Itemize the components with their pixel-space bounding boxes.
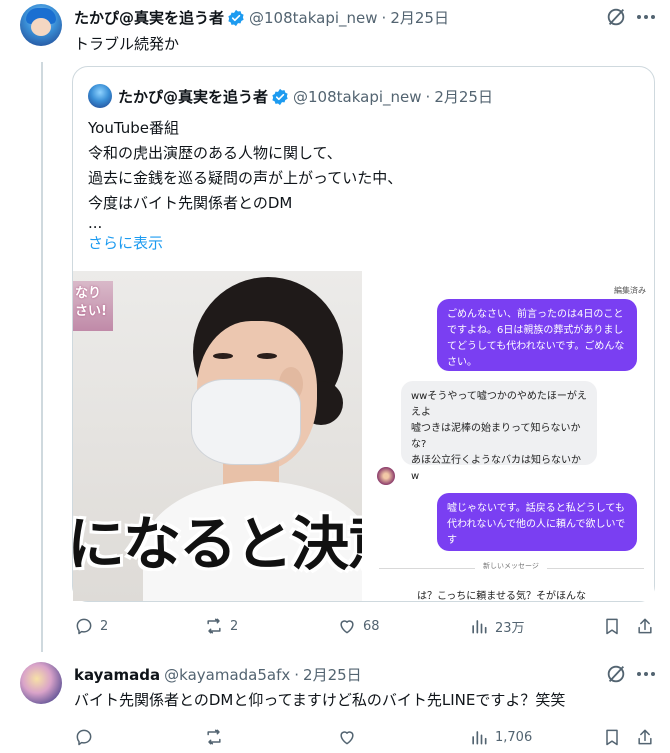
person-eye-shape [213, 353, 233, 359]
heart-icon [340, 620, 354, 634]
repost-icon [207, 729, 221, 745]
separator-dot: · [425, 87, 431, 106]
verified-badge-icon [228, 9, 244, 26]
reply-icon [76, 729, 92, 746]
person-eye-shape [257, 353, 277, 359]
author-handle[interactable]: @108takapi_new [249, 9, 378, 27]
repost-button[interactable] [204, 727, 224, 747]
quoted-author-avatar [88, 84, 112, 108]
reply-button[interactable]: 2 [74, 616, 108, 636]
media-image-left[interactable]: なり さい! になると決意 [73, 271, 362, 601]
repost-icon [207, 618, 221, 634]
reply-button[interactable] [74, 727, 94, 747]
bookmark-icon [606, 618, 618, 635]
repost-button[interactable]: 2 [204, 616, 238, 636]
reply-icon [76, 618, 92, 635]
quoted-author-handle: @108takapi_new [293, 87, 422, 106]
quoted-text-line: 今度はバイト先関係者とのDM [88, 194, 293, 212]
like-button[interactable]: 68 [337, 616, 380, 636]
quoted-tweet-text: YouTube番組 令和の虎出演歴のある人物に関して、 過去に金銭を巡る疑問の声… [88, 116, 403, 232]
share-button[interactable] [635, 727, 655, 747]
chat-bubble-outgoing: ごめんなさい、前言ったのは4日のことですよね。6日は親族の葬式がありましてどうし… [437, 299, 637, 371]
tweet-actions: 2 2 68 23万 [72, 616, 657, 640]
overlay-text: なり さい! [75, 286, 107, 319]
quoted-tweet-header: たかぴ@真実を追う者 @108takapi_new · 2月25日 [118, 86, 493, 107]
tweet-header: たかぴ@真実を追う者 @108takapi_new · 2月25日 [74, 7, 449, 28]
analytics-icon [472, 731, 487, 745]
bookmark-button[interactable] [602, 727, 622, 747]
quoted-text-line: YouTube番組 [88, 119, 179, 137]
separator-dot: · [381, 8, 387, 27]
separator-dot: · [294, 665, 300, 684]
tweet-text: トラブル続発か [74, 35, 180, 53]
grok-icon[interactable] [605, 663, 627, 685]
repost-count: 2 [230, 618, 239, 634]
analytics-icon [472, 620, 487, 634]
grok-icon[interactable] [605, 6, 627, 28]
share-button[interactable] [635, 616, 655, 636]
chat-avatar [377, 467, 395, 485]
quoted-text-line: 令和の虎出演歴のある人物に関して、 [88, 144, 342, 162]
like-count: 68 [363, 618, 380, 634]
avatar-face-shape [31, 18, 51, 36]
verified-badge-icon [272, 88, 288, 105]
reply-author-name[interactable]: kayamada [74, 666, 160, 684]
heart-icon [340, 731, 354, 745]
chat-bubble-outgoing: 嘘じゃないです。話戻ると私どうしても代われないんで他の人に頼んで欲しいです [437, 493, 637, 551]
face-mask-shape [191, 379, 301, 465]
bookmark-button[interactable] [602, 616, 622, 636]
quoted-author-name: たかぴ@真実を追う者 [118, 88, 269, 106]
reply-tweet-actions: 1,706 [72, 727, 657, 751]
share-icon [638, 729, 652, 745]
view-count: 23万 [495, 620, 525, 636]
view-count: 1,706 [495, 729, 533, 745]
media-image-right[interactable]: 編集済み ごめんなさい、前言ったのは4日のことですよね。6日は親族の葬式がありま… [365, 271, 654, 601]
reply-count: 2 [100, 618, 109, 634]
quoted-text-line: 過去に金銭を巡る疑問の声が上がっていた中、 [88, 169, 403, 187]
quoted-tweet-date: 2月25日 [434, 88, 493, 106]
more-icon[interactable] [636, 7, 656, 27]
share-icon [638, 618, 652, 634]
more-icon[interactable] [636, 664, 656, 684]
reply-author-avatar[interactable] [20, 662, 62, 704]
views-button[interactable]: 1,706 [469, 727, 532, 747]
quoted-text-line: ... [88, 214, 103, 232]
author-name[interactable]: たかぴ@真実を追う者 [74, 7, 224, 28]
quoted-media-grid: なり さい! になると決意 編集済み ごめんなさい、前言ったのは4日のことですよ… [73, 271, 654, 601]
chat-edited-label: 編集済み [614, 286, 646, 295]
chat-cut-text: は？こっちに頼ませる気？そがほんな [417, 591, 586, 601]
chat-bubble-incoming: wwそうやって嘘つかのやめたほーがええよ 嘘つきは泥棒の始まりって知らないかな?… [401, 381, 597, 482]
thread-connector-line [41, 62, 43, 652]
bookmark-icon [606, 729, 618, 746]
author-avatar[interactable] [20, 4, 62, 46]
tweet-date[interactable]: 2月25日 [390, 7, 449, 28]
chat-divider-label: 新しいメッセージ [475, 561, 547, 571]
reply-tweet-date[interactable]: 2月25日 [303, 664, 362, 685]
reply-author-handle[interactable]: @kayamada5afx [164, 666, 290, 684]
show-more-link[interactable]: さらに表示 [88, 232, 163, 253]
reply-tweet-header: kayamada @kayamada5afx · 2月25日 [74, 664, 362, 685]
video-caption: になると決意 [73, 510, 362, 578]
views-button[interactable]: 23万 [469, 616, 525, 636]
like-button[interactable] [337, 727, 357, 747]
reply-tweet-text: バイト先関係者とのDMと仰ってますけど私のバイト先LINEですよ？笑笑 [74, 691, 566, 709]
